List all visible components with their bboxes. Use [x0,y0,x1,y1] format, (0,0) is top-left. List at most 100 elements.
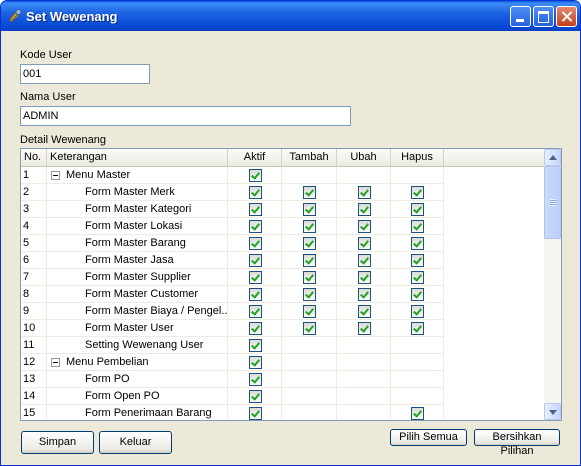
checkbox-checked-icon[interactable] [357,305,371,318]
row-ubah-cell[interactable] [337,235,391,252]
row-ubah-cell[interactable] [337,388,391,405]
row-hapus-cell[interactable] [391,235,444,252]
checkbox-checked-icon[interactable] [357,186,371,199]
checkbox-checked-icon[interactable] [248,288,262,301]
bersihkan-pilihan-button[interactable]: Bersihkan Pilihan [474,429,560,457]
row-ubah-cell[interactable] [337,320,391,337]
checkbox-checked-icon[interactable] [411,186,424,199]
row-hapus-cell[interactable] [391,286,444,303]
table-row[interactable]: 4 Form Master Lokasi [21,218,444,235]
checkbox-checked-icon[interactable] [411,220,424,233]
table-row[interactable]: 12 Menu Pembelian [21,354,444,371]
row-tambah-cell[interactable] [282,354,337,371]
row-aktif-cell[interactable] [228,405,282,420]
checkbox-checked-icon[interactable] [248,339,262,352]
row-ubah-cell[interactable] [337,269,391,286]
row-aktif-cell[interactable] [228,354,282,371]
table-row[interactable]: 5 Form Master Barang [21,235,444,252]
checkbox-checked-icon[interactable] [248,254,262,267]
checkbox-checked-icon[interactable] [303,288,316,301]
table-row[interactable]: 6 Form Master Jasa [21,252,444,269]
collapse-icon[interactable] [51,171,60,180]
column-header-tambah[interactable]: Tambah [282,149,337,166]
column-header-keterangan[interactable]: Keterangan [47,149,228,166]
simpan-button[interactable]: Simpan [21,431,94,454]
table-row[interactable]: 14 Form Open PO [21,388,444,405]
wewenang-grid[interactable]: No. Keterangan Aktif Tambah Ubah Hapus 1… [20,148,562,421]
row-aktif-cell[interactable] [228,303,282,320]
row-ubah-cell[interactable] [337,201,391,218]
row-hapus-cell[interactable] [391,320,444,337]
checkbox-checked-icon[interactable] [411,203,424,216]
checkbox-checked-icon[interactable] [303,237,316,250]
vertical-scrollbar[interactable] [544,149,561,420]
column-header-no[interactable]: No. [21,149,47,166]
kode-user-input[interactable]: 001 [20,64,150,84]
row-ubah-cell[interactable] [337,337,391,354]
row-hapus-cell[interactable] [391,201,444,218]
row-tambah-cell[interactable] [282,201,337,218]
row-hapus-cell[interactable] [391,371,444,388]
row-aktif-cell[interactable] [228,184,282,201]
row-aktif-cell[interactable] [228,167,282,184]
row-aktif-cell[interactable] [228,320,282,337]
checkbox-checked-icon[interactable] [248,322,262,335]
checkbox-checked-icon[interactable] [411,271,424,284]
table-row[interactable]: 3 Form Master Kategori [21,201,444,218]
pilih-semua-button[interactable]: Pilih Semua [390,429,467,446]
maximize-icon[interactable] [533,6,554,27]
table-row[interactable]: 13 Form PO [21,371,444,388]
row-hapus-cell[interactable] [391,269,444,286]
checkbox-checked-icon[interactable] [357,237,371,250]
row-tambah-cell[interactable] [282,235,337,252]
table-row[interactable]: 10 Form Master User [21,320,444,337]
nama-user-input[interactable]: ADMIN [20,106,351,126]
row-hapus-cell[interactable] [391,388,444,405]
checkbox-checked-icon[interactable] [248,356,262,369]
row-hapus-cell[interactable] [391,218,444,235]
checkbox-checked-icon[interactable] [303,305,316,318]
column-header-aktif[interactable]: Aktif [228,149,282,166]
checkbox-checked-icon[interactable] [248,373,262,386]
table-row[interactable]: 11 Setting Wewenang User [21,337,444,354]
row-tambah-cell[interactable] [282,184,337,201]
checkbox-checked-icon[interactable] [357,254,371,267]
checkbox-checked-icon[interactable] [303,322,316,335]
row-aktif-cell[interactable] [228,235,282,252]
checkbox-checked-icon[interactable] [248,169,262,182]
row-tambah-cell[interactable] [282,269,337,286]
checkbox-checked-icon[interactable] [248,237,262,250]
checkbox-checked-icon[interactable] [248,407,262,420]
checkbox-checked-icon[interactable] [248,305,262,318]
row-tambah-cell[interactable] [282,218,337,235]
column-header-hapus[interactable]: Hapus [391,149,444,166]
checkbox-checked-icon[interactable] [357,203,371,216]
checkbox-checked-icon[interactable] [357,220,371,233]
checkbox-checked-icon[interactable] [248,220,262,233]
scroll-up-button[interactable] [544,149,561,166]
collapse-icon[interactable] [51,358,60,367]
row-hapus-cell[interactable] [391,337,444,354]
checkbox-checked-icon[interactable] [303,220,316,233]
row-ubah-cell[interactable] [337,405,391,420]
row-aktif-cell[interactable] [228,337,282,354]
row-tambah-cell[interactable] [282,286,337,303]
table-row[interactable]: 8 Form Master Customer [21,286,444,303]
row-aktif-cell[interactable] [228,286,282,303]
row-ubah-cell[interactable] [337,167,391,184]
row-aktif-cell[interactable] [228,218,282,235]
table-row[interactable]: 15 Form Penerimaan Barang [21,405,444,420]
row-tambah-cell[interactable] [282,405,337,420]
row-hapus-cell[interactable] [391,184,444,201]
row-tambah-cell[interactable] [282,388,337,405]
checkbox-checked-icon[interactable] [411,237,424,250]
row-ubah-cell[interactable] [337,218,391,235]
row-tambah-cell[interactable] [282,167,337,184]
row-ubah-cell[interactable] [337,371,391,388]
checkbox-checked-icon[interactable] [248,203,262,216]
row-ubah-cell[interactable] [337,184,391,201]
checkbox-checked-icon[interactable] [411,254,424,267]
row-tambah-cell[interactable] [282,337,337,354]
minimize-icon[interactable] [510,6,531,27]
checkbox-checked-icon[interactable] [248,186,262,199]
